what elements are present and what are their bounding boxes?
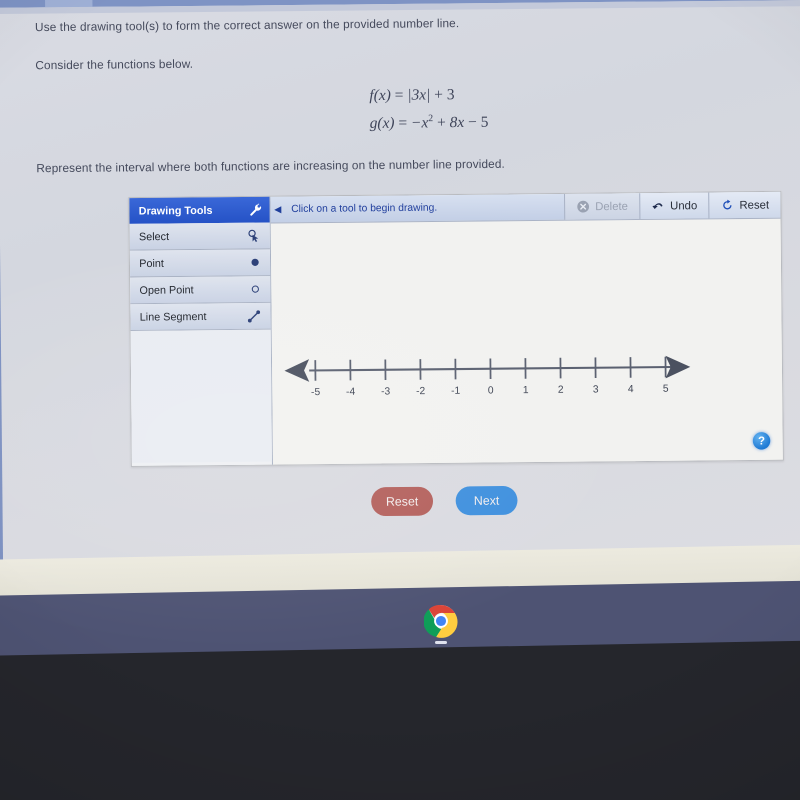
drawing-tools-title: Drawing Tools — [138, 204, 213, 218]
drawing-tools-header: Drawing Tools — [129, 196, 270, 224]
instruction-line-2: Consider the functions below. — [35, 58, 194, 73]
tool-item-point[interactable]: Point — [129, 249, 271, 278]
tick-label: -4 — [346, 387, 356, 398]
number-line-canvas[interactable]: -5 -4 -3 -2 -1 0 1 2 3 4 5 ? — [271, 219, 783, 465]
tool-label-open-point: Open Point — [139, 283, 194, 297]
equation-g-term2: 8x — [449, 114, 465, 132]
chrome-icon[interactable] — [424, 604, 458, 638]
drawing-canvas-side: ◀ Click on a tool to begin drawing. Dele… — [270, 191, 783, 465]
equation-f-const: 3 — [446, 86, 455, 104]
tick-label: 5 — [663, 384, 669, 395]
number-line-graphic[interactable]: -5 -4 -3 -2 -1 0 1 2 3 4 5 — [271, 219, 782, 465]
tick-label: 2 — [558, 385, 564, 396]
drawing-tools-panel: Drawing Tools Select Point Open Point Li… — [129, 196, 274, 466]
equation-g-exponent: 2 — [428, 113, 434, 125]
footer-button-row: Reset Next — [371, 485, 518, 517]
equation-f-plus: + — [434, 86, 444, 104]
wrench-icon — [250, 203, 262, 216]
drawing-widget: Drawing Tools Select Point Open Point Li… — [128, 190, 784, 467]
equation-g-term3: 5 — [480, 114, 489, 131]
undo-button-label: Undo — [670, 199, 698, 212]
drawing-status-text: Click on a tool to begin drawing. — [291, 202, 438, 216]
tool-item-open-point[interactable]: Open Point — [130, 276, 271, 305]
screenshot-root: Use the drawing tool(s) to form the corr… — [0, 0, 800, 800]
equation-f-lhs: f(x) — [369, 87, 391, 105]
line-segment-icon — [247, 309, 261, 322]
undo-arrow-icon — [652, 203, 663, 209]
tick-label: 4 — [628, 384, 634, 395]
next-button[interactable]: Next — [455, 485, 518, 516]
equation-g-equals: = — [398, 115, 408, 132]
equation-g: g(x) = −x2 + 8x − 5 — [370, 107, 489, 136]
tick-label: -5 — [311, 387, 321, 398]
equations-block: f(x) = |3x| + 3 g(x) = −x2 + 8x − 5 — [369, 83, 488, 136]
tick-label: 3 — [593, 384, 599, 395]
tick-label: 0 — [488, 385, 494, 396]
equation-f-abs: |3x| — [407, 87, 431, 104]
delete-circle-x-icon — [577, 200, 590, 213]
equation-g-term1: −x — [410, 114, 429, 132]
filled-dot-icon — [251, 258, 259, 266]
tick-label: -1 — [451, 386, 461, 397]
collapse-left-arrow-icon[interactable]: ◀ — [270, 197, 285, 223]
tool-label-select: Select — [138, 230, 170, 243]
number-line-left-arrow — [284, 359, 310, 382]
delete-button-label: Delete — [595, 200, 628, 213]
chrome-active-indicator — [435, 641, 447, 644]
help-button[interactable]: ? — [752, 431, 771, 450]
cursor-icon — [248, 229, 259, 242]
number-line-ticks — [314, 356, 667, 381]
instruction-line-3: Represent the interval where both functi… — [36, 158, 505, 176]
equation-f: f(x) = |3x| + 3 — [369, 83, 488, 108]
tool-label-point: Point — [139, 257, 164, 270]
tool-panel-empty-space — [130, 329, 272, 463]
open-circle-icon — [251, 285, 260, 293]
equation-g-minus: − — [467, 114, 477, 132]
reset-button-toolbar-label: Reset — [739, 198, 770, 212]
tick-label: -2 — [416, 386, 426, 397]
equation-g-lhs: g(x) — [369, 115, 395, 132]
number-line-tick-labels: -5 -4 -3 -2 -1 0 1 2 3 4 5 — [311, 384, 669, 398]
tool-item-select[interactable]: Select — [129, 222, 270, 251]
equation-g-plus: + — [436, 114, 446, 132]
tool-label-line-segment: Line Segment — [139, 310, 207, 324]
tick-label: 1 — [523, 385, 529, 396]
delete-button[interactable]: Delete — [564, 193, 640, 220]
tick-label: -3 — [381, 386, 391, 397]
page-left-edge — [0, 0, 4, 579]
browser-page: Use the drawing tool(s) to form the corr… — [0, 0, 800, 579]
reset-button-toolbar[interactable]: Reset — [708, 191, 781, 219]
reset-refresh-icon — [723, 199, 732, 210]
undo-button[interactable]: Undo — [639, 192, 709, 219]
tool-item-line-segment[interactable]: Line Segment — [130, 302, 271, 331]
desk-surface — [0, 639, 800, 800]
reset-button[interactable]: Reset — [371, 486, 434, 517]
equation-f-equals: = — [394, 87, 404, 104]
instruction-line-1: Use the drawing tool(s) to form the corr… — [34, 17, 460, 35]
number-line-axis — [309, 365, 685, 372]
